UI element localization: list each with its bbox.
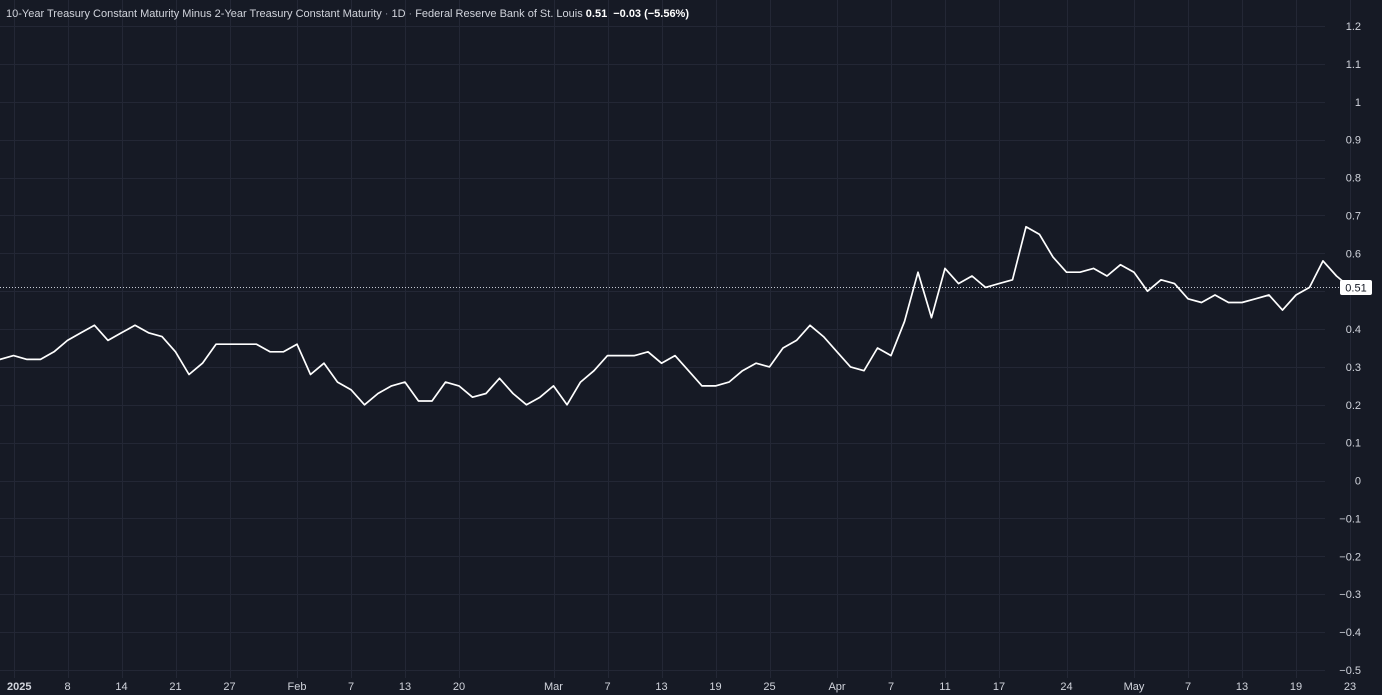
x-tick-label: 19 xyxy=(709,681,721,693)
chart-panel[interactable]: 1.2 1.1 1 0.9 0.8 0.7 0.6 0.4 0.3 0.2 0.1 0 −0.1 −0.2… xyxy=(0,0,1382,695)
last-price-tag-label: 0.51 xyxy=(1345,283,1366,295)
x-tick-label: Apr xyxy=(828,681,845,693)
chart-canvas[interactable]: 1.2 1.1 1 0.9 0.8 0.7 0.6 0.4 0.3 0.2 0.1 0 −0.1 −0.2… xyxy=(0,0,1382,695)
x-tick-label: 25 xyxy=(763,681,775,693)
x-tick-label: 8 xyxy=(64,681,70,693)
x-tick-label: 7 xyxy=(604,681,610,693)
x-tick-label: 11 xyxy=(939,681,950,693)
x-tick-label: 19 xyxy=(1290,681,1302,693)
last-price-tag: 0.51 xyxy=(1340,280,1372,295)
y-tick-label: −0.2 xyxy=(1339,551,1361,563)
x-tick-label: 13 xyxy=(655,681,667,693)
x-tick-label: 14 xyxy=(115,681,127,693)
y-tick-label: 0.2 xyxy=(1346,400,1361,412)
x-tick-label: May xyxy=(1124,681,1145,693)
y-tick-label: 0.9 xyxy=(1346,135,1361,147)
legend-change-percent: (−5.56%) xyxy=(644,8,690,20)
x-tick-label: 7 xyxy=(348,681,354,693)
legend-last-value: 0.51 xyxy=(585,8,608,20)
legend-title: 10-Year Treasury Constant Maturity Minus… xyxy=(6,8,382,20)
y-tick-label: 0.6 xyxy=(1346,248,1361,260)
grid-lines xyxy=(0,0,1351,678)
x-tick-label: Feb xyxy=(288,681,307,693)
x-tick-label: 2025 xyxy=(7,681,31,693)
y-tick-label: −0.3 xyxy=(1339,589,1361,601)
x-tick-label: 20 xyxy=(453,681,465,693)
y-tick-label: −0.4 xyxy=(1339,627,1361,639)
legend-change: −0.03 xyxy=(613,8,642,20)
y-tick-label: 0.4 xyxy=(1346,324,1361,336)
x-tick-label: 27 xyxy=(223,681,235,693)
x-tick-label: 13 xyxy=(1236,681,1248,693)
series-legend[interactable]: 10-Year Treasury Constant Maturity Minus… xyxy=(6,6,689,22)
legend-interval: 1D xyxy=(391,8,406,20)
y-tick-label: −0.1 xyxy=(1339,513,1361,525)
x-tick-label: 17 xyxy=(993,681,1005,693)
y-tick-label: 0.3 xyxy=(1346,362,1361,374)
x-tick-label: 7 xyxy=(1185,681,1191,693)
y-tick-label: 0 xyxy=(1355,476,1361,488)
x-axis[interactable]: 2025 8 14 21 27 Feb 7 13 20 Mar 7 13 19 25 Apr 7 11 17 24 M… xyxy=(7,681,1356,693)
y-tick-label: 1.1 xyxy=(1346,59,1361,71)
x-tick-label: 21 xyxy=(169,681,181,693)
y-tick-label: 0.8 xyxy=(1346,173,1361,185)
x-tick-label: Mar xyxy=(544,681,563,693)
y-tick-label: 0.1 xyxy=(1346,438,1361,450)
legend-source: Federal Reserve Bank of St. Louis xyxy=(415,8,583,20)
x-tick-label: 7 xyxy=(888,681,894,693)
y-tick-label: 1 xyxy=(1355,97,1361,109)
y-tick-label: −0.5 xyxy=(1339,665,1361,677)
x-tick-label: 24 xyxy=(1060,681,1072,693)
legend-separator: · xyxy=(408,8,413,20)
y-tick-label: 1.2 xyxy=(1346,21,1361,33)
x-tick-label: 13 xyxy=(399,681,411,693)
y-tick-label: 0.7 xyxy=(1346,210,1361,222)
x-tick-label: 23 xyxy=(1344,681,1356,693)
